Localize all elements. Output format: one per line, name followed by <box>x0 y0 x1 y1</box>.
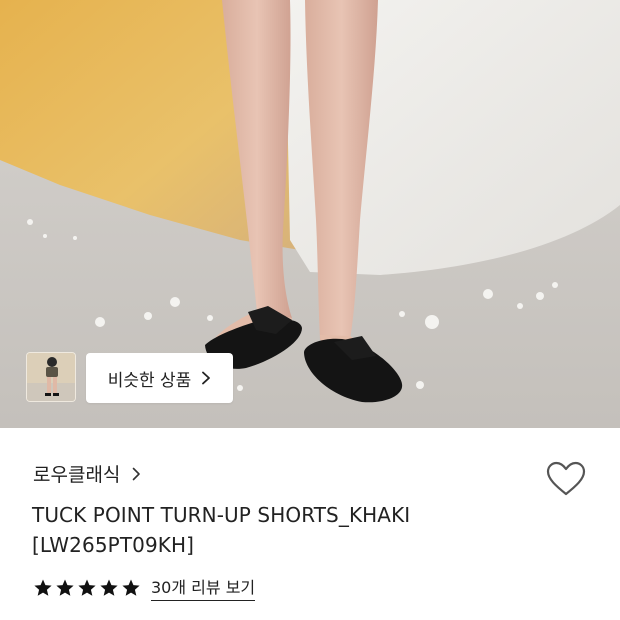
rating: 30개 리뷰 보기 <box>33 574 256 601</box>
chevron-right-icon <box>133 467 141 480</box>
product-code: [LW265PT09KH] <box>32 533 195 557</box>
star-icon <box>122 579 140 596</box>
product-name-line: TUCK POINT TURN-UP SHORTS_KHAKI <box>32 503 411 527</box>
review-link[interactable]: 30개 리뷰 보기 <box>151 574 256 601</box>
thumbnail-image[interactable] <box>26 352 76 402</box>
brand-name: 로우클래식 <box>33 464 121 486</box>
star-icon <box>56 579 74 596</box>
star-icon <box>34 579 52 596</box>
star-rating <box>33 578 141 598</box>
thumbnail-photo <box>27 353 75 401</box>
star-icon <box>78 579 96 596</box>
product-info: 로우클래식 TUCK POINT TURN-UP SHORTS_KHAKI [L… <box>0 428 620 620</box>
star-icon <box>100 579 118 596</box>
product-name: TUCK POINT TURN-UP SHORTS_KHAKI [LW265PT… <box>32 500 512 560</box>
chevron-right-icon <box>202 371 211 385</box>
similar-products-label: 비슷한 상품 <box>107 370 192 391</box>
similar-products-button[interactable]: 비슷한 상품 <box>86 353 233 403</box>
heart-outline-icon[interactable] <box>546 461 586 497</box>
brand-link[interactable]: 로우클래식 <box>33 460 141 487</box>
